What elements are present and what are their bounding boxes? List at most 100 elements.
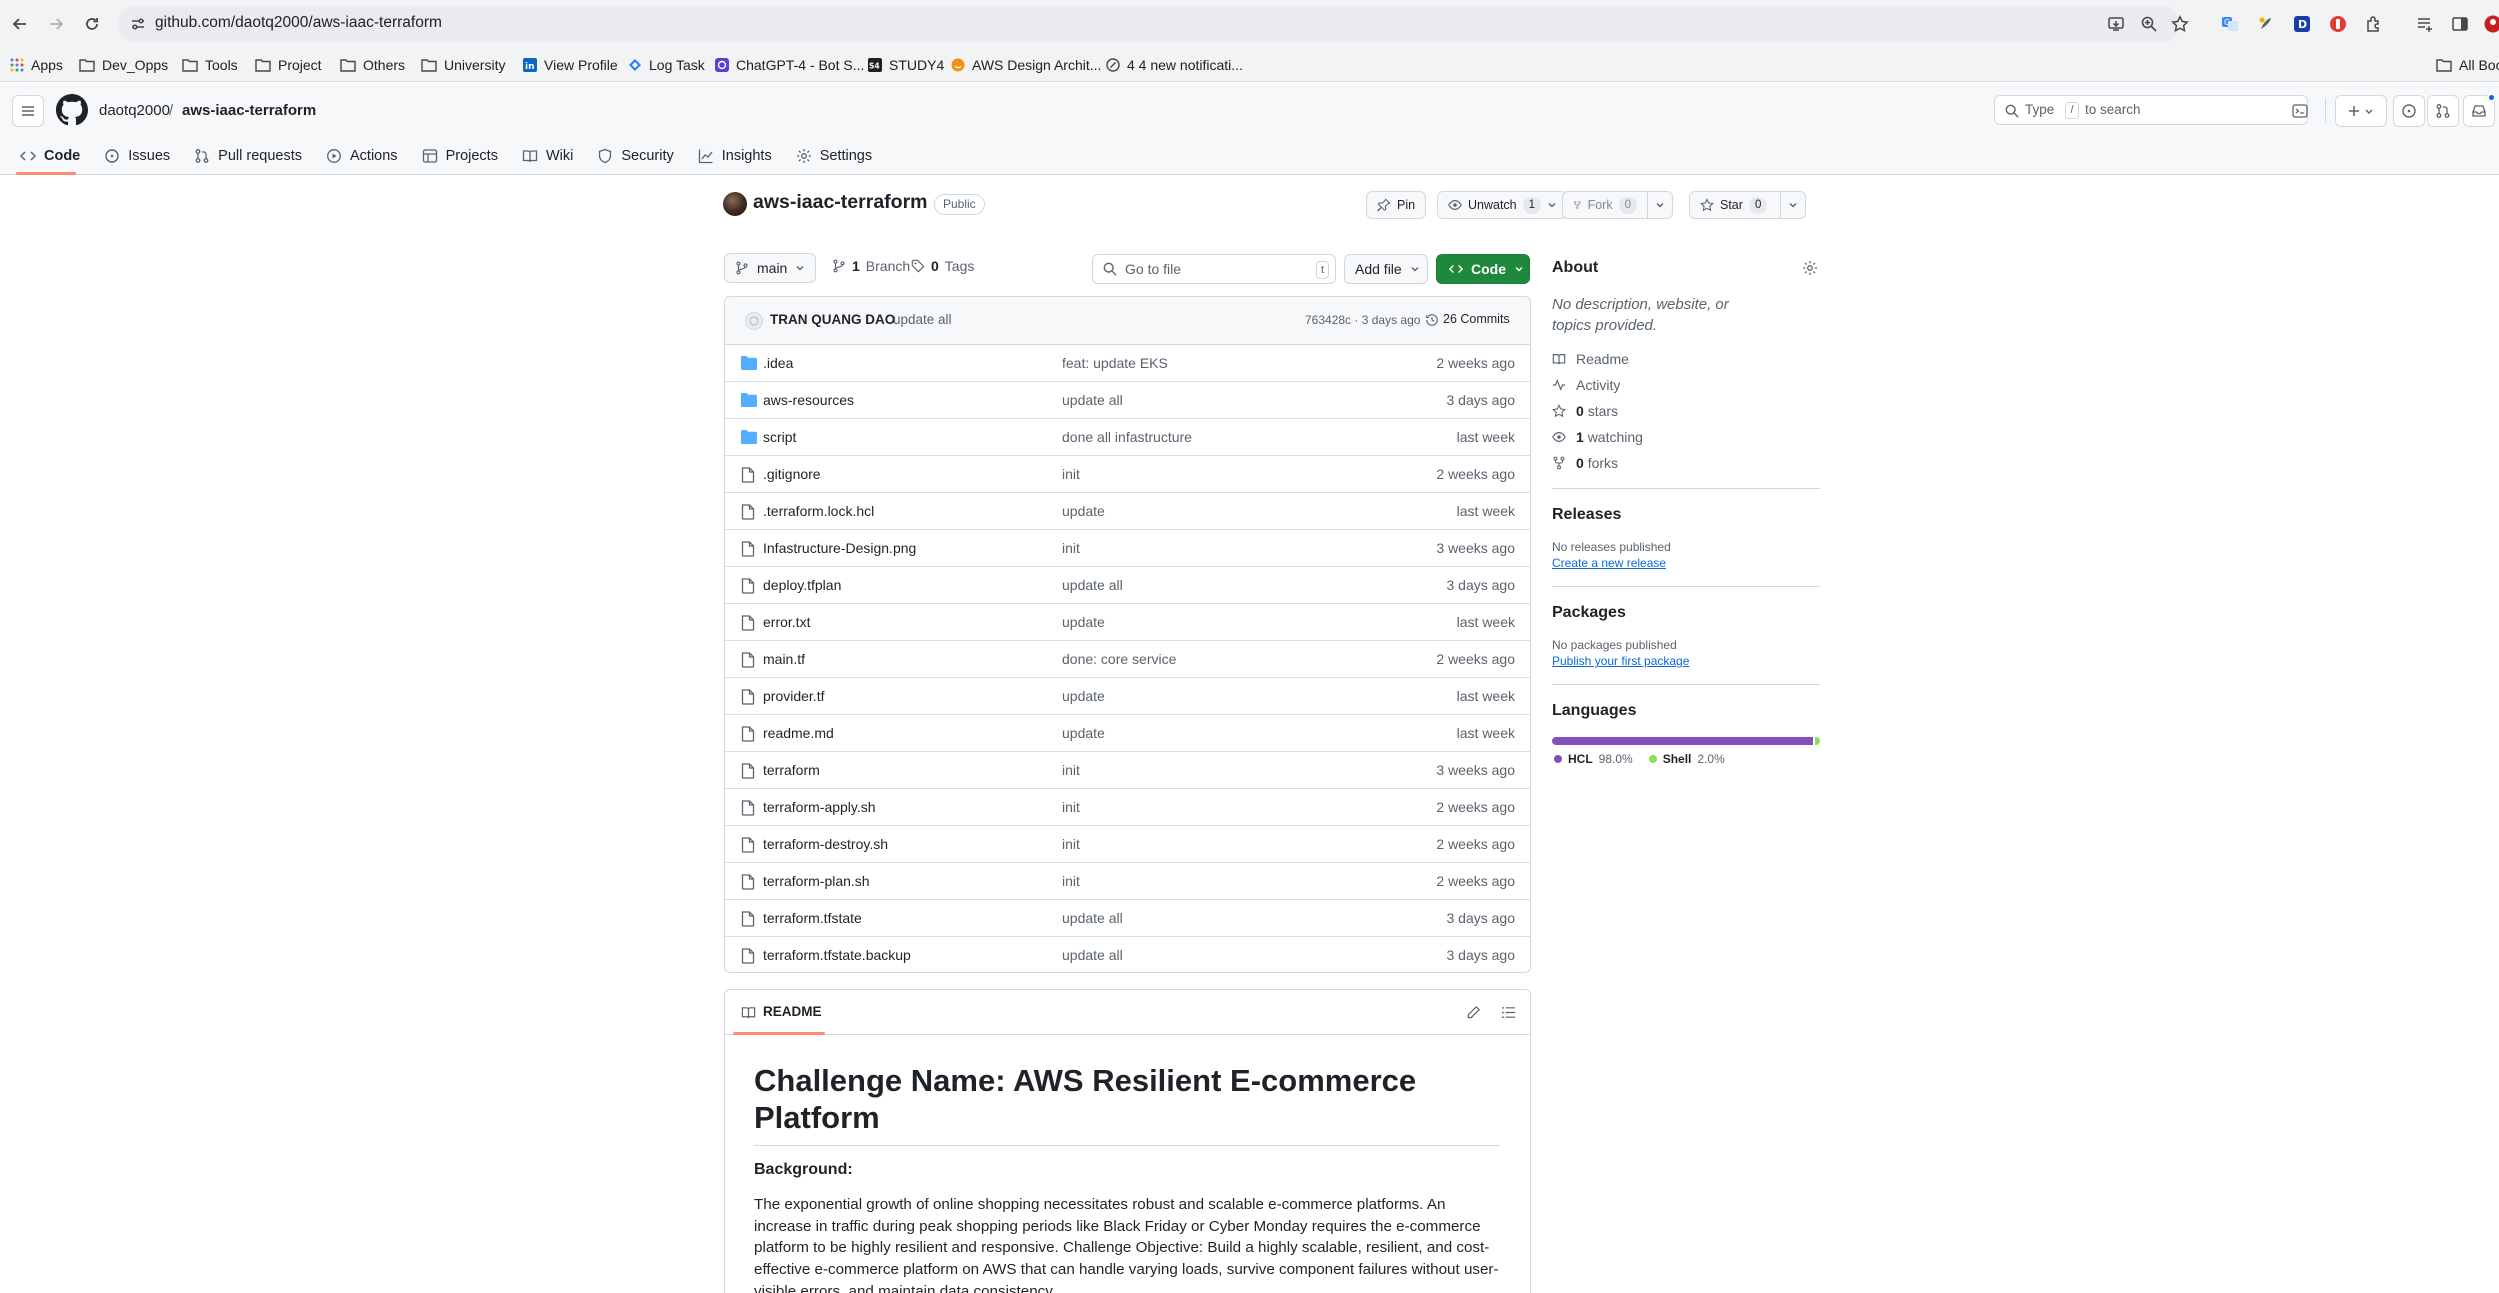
pin-button[interactable]: Pin (1366, 191, 1427, 219)
table-row[interactable]: main.tf done: core service 2 weeks ago (725, 641, 1530, 678)
star-dropdown-button[interactable] (1780, 191, 1806, 219)
command-palette-button[interactable] (2284, 95, 2316, 127)
file-name[interactable]: terraform-destroy.sh (763, 836, 888, 852)
file-commit-message[interactable]: init (1062, 836, 1080, 852)
side-panel-icon[interactable] (2448, 12, 2472, 36)
publish-package-link[interactable]: Publish your first package (1552, 654, 1689, 668)
file-name[interactable]: Infastructure-Design.png (763, 540, 916, 556)
file-name[interactable]: readme.md (763, 725, 834, 741)
table-row[interactable]: script done all infastructure last week (725, 419, 1530, 456)
site-info-icon[interactable] (126, 12, 150, 36)
zoom-icon[interactable] (2137, 12, 2161, 36)
owner-avatar[interactable] (723, 192, 747, 216)
record-extension-icon[interactable] (2326, 12, 2350, 36)
profile-avatar[interactable] (2481, 12, 2499, 36)
file-name[interactable]: terraform-plan.sh (763, 873, 870, 889)
stars-link[interactable]: 0 stars (1552, 403, 1618, 419)
bookmark-tools[interactable]: Tools (182, 48, 238, 82)
issues-button[interactable] (2393, 95, 2425, 127)
branch-selector[interactable]: main (724, 253, 817, 283)
file-name[interactable]: terraform-apply.sh (763, 799, 876, 815)
color-extension-icon[interactable] (2254, 12, 2278, 36)
tab-insights[interactable]: Insights (690, 140, 780, 172)
file-commit-message[interactable]: init (1062, 762, 1080, 778)
star-button[interactable]: Star 0 (1689, 191, 1781, 219)
tab-wiki[interactable]: Wiki (514, 140, 581, 172)
bookmark-dev-opps[interactable]: Dev_Opps (79, 48, 168, 82)
bookmark-view-profile[interactable]: in View Profile (523, 48, 618, 82)
pull-requests-button[interactable] (2427, 95, 2459, 127)
file-commit-message[interactable]: done: core service (1062, 651, 1176, 667)
commits-count-link[interactable]: 26 Commits (1443, 312, 1510, 326)
table-row[interactable]: provider.tf update last week (725, 678, 1530, 715)
table-row[interactable]: Infastructure-Design.png init 3 weeks ago (725, 530, 1530, 567)
file-commit-message[interactable]: update all (1062, 577, 1123, 593)
table-row[interactable]: error.txt update last week (725, 604, 1530, 641)
extensions-puzzle-icon[interactable] (2362, 12, 2386, 36)
file-name[interactable]: .gitignore (763, 466, 821, 482)
table-row[interactable]: terraform.tfstate.backup update all 3 days… (725, 937, 1530, 972)
gear-icon[interactable] (1802, 260, 1818, 276)
bookmark-apps[interactable]: Apps (10, 48, 63, 82)
file-commit-message[interactable]: update all (1062, 392, 1123, 408)
inbox-button[interactable] (2463, 93, 2496, 127)
file-commit-message[interactable]: feat: update EKS (1062, 355, 1168, 371)
create-release-link[interactable]: Create a new release (1552, 556, 1666, 570)
table-row[interactable]: readme.md update last week (725, 715, 1530, 752)
table-row[interactable]: .terraform.lock.hcl update last week (725, 493, 1530, 530)
file-name[interactable]: terraform (763, 762, 820, 778)
d-extension-icon[interactable]: D (2290, 12, 2314, 36)
bookmark-study4[interactable]: S4 STUDY4 (868, 48, 944, 82)
file-commit-message[interactable]: update (1062, 688, 1105, 704)
reload-button[interactable] (78, 10, 106, 38)
search-input[interactable]: Type / to search (1994, 95, 2308, 125)
commit-hash-time[interactable]: 763428c · 3 days ago (1305, 313, 1420, 327)
table-row[interactable]: .idea feat: update EKS 2 weeks ago (725, 345, 1530, 382)
file-commit-message[interactable]: init (1062, 466, 1080, 482)
file-commit-message[interactable]: update (1062, 503, 1105, 519)
bookmark-project[interactable]: Project (255, 48, 322, 82)
tab-code[interactable]: Code (12, 140, 88, 172)
table-row[interactable]: aws-resources update all 3 days ago (725, 382, 1530, 419)
releases-heading[interactable]: Releases (1552, 506, 1621, 524)
create-new-button[interactable] (2335, 95, 2387, 127)
bookmark-chatgpt[interactable]: ChatGPT-4 - Bot S... (715, 48, 864, 82)
bookmark-star-icon[interactable] (2168, 12, 2192, 36)
file-name[interactable]: .idea (763, 355, 793, 371)
file-name[interactable]: script (763, 429, 796, 445)
file-name[interactable]: .terraform.lock.hcl (763, 503, 874, 519)
file-name[interactable]: aws-resources (763, 392, 854, 408)
bookmark-university[interactable]: University (421, 48, 505, 82)
table-row[interactable]: terraform init 3 weeks ago (725, 752, 1530, 789)
tab-actions[interactable]: Actions (318, 140, 406, 172)
forks-link[interactable]: 0 forks (1552, 455, 1618, 471)
activity-link[interactable]: Activity (1552, 377, 1620, 393)
translate-extension-icon[interactable]: G (2218, 12, 2242, 36)
file-commit-message[interactable]: init (1062, 799, 1080, 815)
table-row[interactable]: terraform.tfstate update all 3 days ago (725, 900, 1530, 937)
file-name[interactable]: error.txt (763, 614, 810, 630)
fork-dropdown-button[interactable] (1647, 191, 1673, 219)
tags-link[interactable]: 0 Tags (911, 258, 974, 274)
file-name[interactable]: main.tf (763, 651, 805, 667)
file-name[interactable]: terraform.tfstate (763, 910, 862, 926)
github-logo-icon[interactable] (56, 94, 88, 126)
bookmark-aws-design[interactable]: AWS Design Archit... (951, 48, 1101, 82)
readme-link[interactable]: Readme (1552, 351, 1629, 367)
tab-issues[interactable]: Issues (96, 140, 178, 172)
readme-tab[interactable]: README (763, 1004, 822, 1019)
bookmark-others[interactable]: Others (340, 48, 405, 82)
table-row[interactable]: terraform-destroy.sh init 2 weeks ago (725, 826, 1530, 863)
hamburger-menu-button[interactable] (12, 95, 44, 127)
commit-author[interactable]: TRAN QUANG DAO (770, 312, 895, 327)
tab-pull-requests[interactable]: Pull requests (186, 140, 310, 172)
file-commit-message[interactable]: init (1062, 873, 1080, 889)
language-legend-item[interactable]: Shell 2.0% (1648, 752, 1725, 766)
file-commit-message[interactable]: update (1062, 614, 1105, 630)
breadcrumb-owner[interactable]: daotq2000 (99, 102, 170, 119)
reading-list-icon[interactable] (2413, 12, 2437, 36)
file-name[interactable]: provider.tf (763, 688, 824, 704)
forward-button[interactable] (42, 10, 70, 38)
table-row[interactable]: .gitignore init 2 weeks ago (725, 456, 1530, 493)
file-commit-message[interactable]: init (1062, 540, 1080, 556)
